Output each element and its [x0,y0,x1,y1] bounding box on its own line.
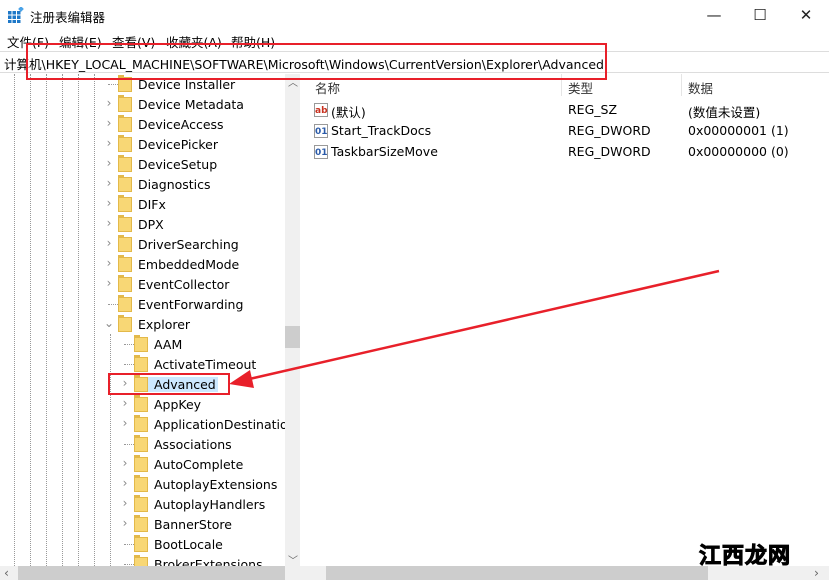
address-highlight-box [26,43,607,80]
arrow-head [229,370,254,388]
advanced-highlight-box [108,373,230,395]
annotation-layer [26,43,720,395]
annotation-arrow [244,269,720,382]
